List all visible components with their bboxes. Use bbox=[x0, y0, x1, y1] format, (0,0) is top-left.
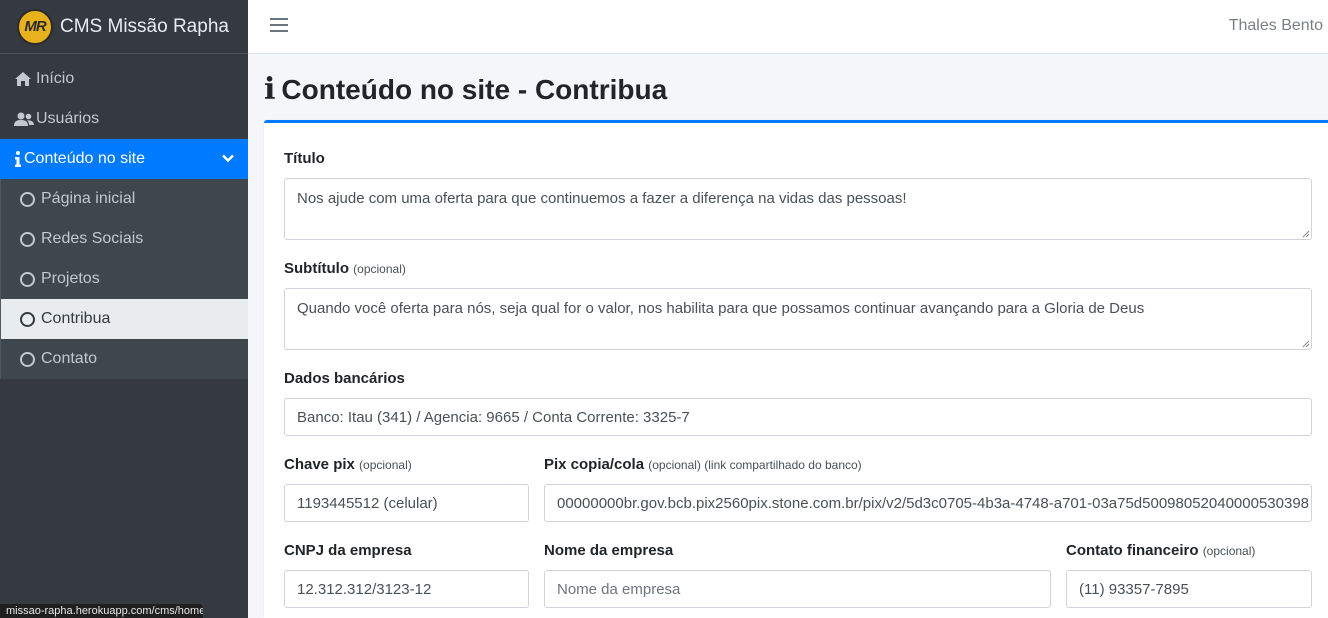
subtitulo-label-text: Subtítulo bbox=[284, 260, 349, 277]
nome-empresa-input[interactable]: Nome da empresa bbox=[544, 570, 1051, 608]
hamburger-menu-icon[interactable] bbox=[270, 18, 288, 34]
chave-pix-label: Chave pix (opcional) bbox=[284, 456, 412, 473]
titulo-textarea[interactable]: Nos ajude com uma oferta para que contin… bbox=[284, 178, 1312, 240]
nome-empresa-label-text: Nome da empresa bbox=[544, 542, 674, 559]
chave-pix-label-text: Chave pix bbox=[284, 456, 355, 473]
brand-logo: MR bbox=[17, 8, 53, 45]
cnpj-input[interactable]: 12.312.312/3123-12 bbox=[284, 570, 529, 608]
cnpj-value: 12.312.312/3123-12 bbox=[297, 580, 432, 598]
sidebar-item-label: Página inicial bbox=[41, 190, 136, 207]
nome-empresa-label: Nome da empresa bbox=[544, 542, 673, 559]
contato-financeiro-label: Contato financeiro (opcional) bbox=[1066, 542, 1255, 559]
contato-financeiro-hint: (opcional) bbox=[1202, 544, 1256, 558]
sidebar-item-redes-sociais[interactable]: Redes Sociais bbox=[0, 219, 248, 259]
info-icon: i bbox=[264, 72, 276, 107]
chave-pix-input[interactable]: 1193445512 (celular) bbox=[284, 484, 529, 522]
page-title: i Conteúdo no site - Contribua bbox=[264, 72, 667, 107]
sidebar-item-projetos[interactable]: Projetos bbox=[0, 259, 248, 299]
nome-empresa-placeholder: Nome da empresa bbox=[557, 580, 681, 598]
circle-icon bbox=[20, 311, 35, 327]
pix-copia-value: 00000000br.gov.bcb.pix2560pix.stone.com.… bbox=[557, 494, 1309, 512]
subtitulo-value: Quando você oferta para nós, seja qual f… bbox=[297, 300, 1145, 317]
sidebar-item-label: Contato bbox=[41, 350, 98, 367]
subtitulo-label: Subtítulo (opcional) bbox=[284, 260, 406, 277]
resize-handle-icon[interactable] bbox=[1302, 230, 1310, 238]
dados-bancarios-label-text: Dados bancários bbox=[284, 370, 405, 387]
dados-bancarios-value: Banco: Itau (341) / Agencia: 9665 / Cont… bbox=[297, 408, 690, 426]
subtitulo-hint: (opcional) bbox=[353, 262, 406, 276]
brand-link[interactable]: MR CMS Missão Rapha bbox=[0, 0, 248, 54]
sidebar-item-contato[interactable]: Contato bbox=[0, 339, 248, 379]
circle-icon bbox=[20, 231, 35, 247]
sidebar-item-label: Contribua bbox=[41, 310, 111, 327]
titulo-label-text: Título bbox=[284, 150, 325, 167]
sidebar-nav: Início Usuários Conteúdo no site Página … bbox=[0, 54, 248, 379]
pix-copia-label-text: Pix copia/cola bbox=[544, 456, 645, 473]
resize-handle-icon[interactable] bbox=[1302, 340, 1310, 348]
contato-financeiro-label-text: Contato financeiro bbox=[1066, 542, 1199, 559]
chave-pix-hint: (opcional) bbox=[359, 458, 412, 472]
dados-bancarios-label: Dados bancários bbox=[284, 370, 405, 387]
home-icon bbox=[14, 71, 36, 87]
circle-icon bbox=[20, 351, 35, 367]
chave-pix-value: 1193445512 (celular) bbox=[297, 494, 438, 512]
sidebar-item-label: Início bbox=[36, 70, 75, 87]
sidebar-item-label: Redes Sociais bbox=[41, 230, 144, 247]
sidebar-item-contribua[interactable]: Contribua bbox=[0, 299, 248, 339]
form-card: Título Nos ajude com uma oferta para que… bbox=[264, 120, 1328, 618]
dados-bancarios-input[interactable]: Banco: Itau (341) / Agencia: 9665 / Cont… bbox=[284, 398, 1312, 436]
sidebar-item-label: Projetos bbox=[41, 270, 100, 287]
brand-title: CMS Missão Rapha bbox=[60, 15, 229, 37]
circle-icon bbox=[20, 191, 35, 207]
sidebar-item-label: Conteúdo no site bbox=[24, 150, 145, 167]
page-title-text: Conteúdo no site - Contribua bbox=[281, 73, 668, 105]
titulo-value: Nos ajude com uma oferta para que contin… bbox=[297, 190, 907, 207]
sidebar-item-inicio[interactable]: Início bbox=[0, 59, 248, 99]
sidebar-item-label: Usuários bbox=[36, 110, 100, 127]
pix-copia-input[interactable]: 00000000br.gov.bcb.pix2560pix.stone.com.… bbox=[544, 484, 1312, 522]
users-icon bbox=[14, 111, 36, 127]
contato-financeiro-input[interactable]: (11) 93357-7895 bbox=[1066, 570, 1312, 608]
sidebar-item-usuarios[interactable]: Usuários bbox=[0, 99, 248, 139]
sidebar-item-conteudo[interactable]: Conteúdo no site bbox=[0, 139, 248, 179]
sidebar-item-pagina-inicial[interactable]: Página inicial bbox=[0, 179, 248, 219]
contato-financeiro-value: (11) 93357-7895 bbox=[1079, 580, 1189, 598]
cnpj-label-text: CNPJ da empresa bbox=[284, 542, 412, 559]
sidebar-submenu: Página inicial Redes Sociais Projetos Co… bbox=[0, 179, 248, 379]
status-bar-url: missao-rapha.herokuapp.com/cms/home bbox=[0, 604, 203, 618]
subtitulo-textarea[interactable]: Quando você oferta para nós, seja qual f… bbox=[284, 288, 1312, 350]
top-navbar: Thales Bento bbox=[248, 0, 1328, 54]
titulo-label: Título bbox=[284, 150, 325, 167]
info-icon bbox=[14, 151, 24, 167]
user-name[interactable]: Thales Bento bbox=[1229, 17, 1323, 35]
chevron-down-icon bbox=[222, 150, 234, 168]
cnpj-label: CNPJ da empresa bbox=[284, 542, 412, 559]
pix-copia-label: Pix copia/cola (opcional) (link comparti… bbox=[544, 456, 862, 473]
sidebar: MR CMS Missão Rapha Início Usuários Cont… bbox=[0, 0, 248, 618]
pix-copia-hint: (opcional) (link compartilhado do banco) bbox=[648, 458, 862, 472]
circle-icon bbox=[20, 271, 35, 287]
